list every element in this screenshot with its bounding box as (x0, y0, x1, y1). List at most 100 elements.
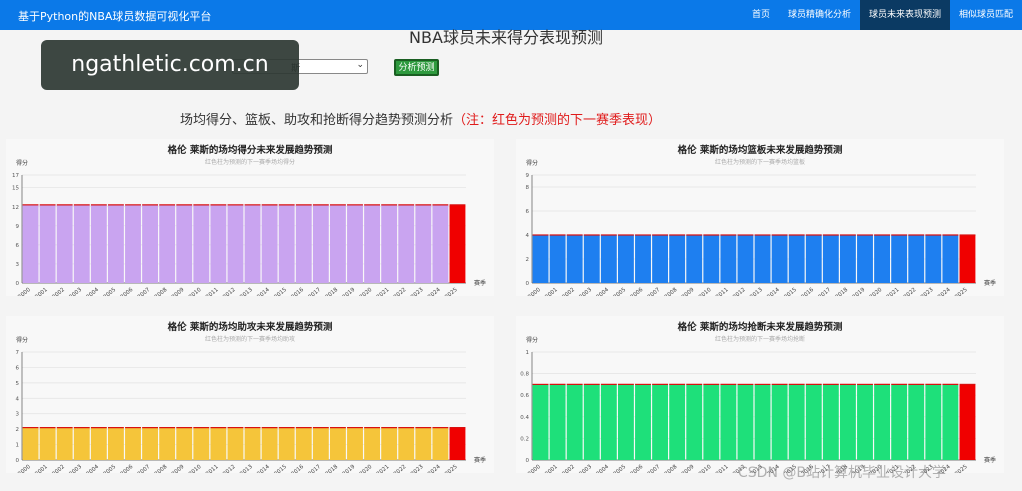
y-tick-label: 2 (16, 427, 20, 433)
predict-button[interactable]: 分析预测 (394, 59, 439, 76)
x-tick-label: 2023 (920, 287, 935, 296)
chart-subtitle: 红色柱为预测的下一赛季场均得分 (205, 158, 295, 166)
x-tick-label: 2018 (325, 287, 340, 296)
x-tick-label: 2022 (903, 287, 918, 296)
x-tick-label: 2001 (544, 464, 559, 473)
x-tick-label: 2018 (325, 464, 340, 473)
x-tick-label: 2009 (171, 287, 186, 296)
bar (942, 235, 959, 283)
bar (754, 235, 771, 283)
x-tick-label: 2025 (954, 287, 969, 296)
app-brand[interactable]: 基于Python的NBA球员数据可视化平台 (18, 8, 211, 24)
x-tick-label: 2008 (664, 464, 679, 473)
chart-title: 格伦 莱斯的场均得分未来发展趋势预测 (168, 144, 333, 156)
x-tick-label: 2011 (715, 464, 730, 473)
points-chart: 格伦 莱斯的场均得分未来发展趋势预测 红色柱为预测的下一赛季场均得分 得分 赛季 0 3 6… (6, 139, 494, 296)
x-tick-label: 2002 (51, 287, 66, 296)
bar (942, 384, 959, 460)
y-tick-label: 5 (16, 381, 20, 387)
chart-svg: 格伦 莱斯的场均篮板未来发展趋势预测红色柱为预测的下一赛季场均篮板 得分赛季 0 2 4… (526, 144, 997, 296)
x-tick-label: 2001 (544, 287, 559, 296)
bar (347, 427, 363, 460)
x-tick-label: 2015 (273, 464, 288, 473)
bar (364, 204, 381, 283)
bar (703, 384, 720, 460)
bar (771, 384, 788, 460)
y-tick-label: 9 (16, 224, 20, 230)
bar (703, 235, 720, 283)
bar (652, 235, 669, 283)
bar (549, 384, 566, 460)
bar (617, 235, 634, 283)
steals-chart: 格伦 莱斯的场均抢断未来发展趋势预测 红色柱为预测的下一赛季场均抢断 得分 赛季 0 0.… (516, 316, 1004, 473)
section-note: （注：红色为预测的下一赛季表现） (453, 113, 662, 128)
bar (347, 204, 363, 283)
bar (125, 204, 141, 283)
chart-svg: 格伦 莱斯的场均得分未来发展趋势预测红色柱为预测的下一赛季场均得分 得分赛季 0 3 6… (12, 144, 486, 296)
x-tick-label: 2014 (766, 287, 781, 296)
x-tick-label: 2003 (578, 287, 593, 296)
y-tick-label: 0.4 (520, 415, 529, 421)
bar (329, 427, 346, 460)
bar (244, 427, 261, 460)
x-tick-label: 2013 (749, 287, 764, 296)
x-tick-label: 2012 (222, 464, 237, 473)
bar (56, 427, 73, 460)
chevron-down-icon: ⌄ (356, 60, 364, 70)
bar (686, 384, 703, 460)
bar (398, 427, 415, 460)
bar (839, 235, 856, 283)
x-tick-label: 2000 (17, 287, 32, 296)
bar (90, 204, 107, 283)
y-tick-label: 7 (16, 350, 20, 356)
bar (583, 235, 600, 283)
bar (669, 235, 686, 283)
x-tick-label: 2025 (444, 287, 459, 296)
y-axis-label: 得分 (526, 159, 538, 167)
bar (142, 427, 159, 460)
x-axis-label: 赛季 (474, 279, 486, 287)
x-tick-label: 2008 (154, 287, 169, 296)
x-tick-label: 2023 (410, 464, 425, 473)
predicted-bar (959, 235, 976, 283)
y-axis-label: 得分 (16, 336, 28, 344)
x-tick-label: 2025 (444, 464, 459, 473)
y-tick-label: 3 (16, 412, 20, 418)
x-tick-label: 2022 (393, 464, 408, 473)
bar (261, 204, 278, 283)
bar (193, 427, 210, 460)
bar (432, 427, 449, 460)
y-tick-label: 8 (526, 185, 530, 191)
bar (857, 235, 873, 283)
x-tick-label: 2001 (34, 287, 49, 296)
bar (159, 204, 176, 283)
x-tick-label: 2021 (376, 287, 391, 296)
y-tick-label: 1 (526, 350, 530, 356)
bar (381, 204, 398, 283)
x-tick-label: 2016 (290, 464, 305, 473)
x-tick-label: 2005 (103, 464, 118, 473)
chart-subtitle: 红色柱为预测的下一赛季场均抢断 (715, 335, 805, 343)
bar (39, 204, 56, 283)
bar (617, 384, 634, 460)
x-tick-label: 2006 (630, 287, 645, 296)
y-tick-label: 9 (526, 173, 530, 179)
bar (312, 427, 329, 460)
y-tick-label: 0.2 (520, 436, 529, 442)
x-tick-label: 2001 (34, 464, 49, 473)
x-tick-label: 2017 (818, 287, 833, 296)
x-tick-label: 2016 (800, 287, 815, 296)
y-tick-label: 6 (16, 243, 20, 249)
x-tick-label: 2025 (954, 464, 969, 473)
x-tick-label: 2018 (835, 287, 850, 296)
bar (432, 204, 449, 283)
bar (822, 384, 839, 460)
y-tick-label: 17 (12, 173, 19, 179)
bar (532, 235, 549, 283)
y-tick-label: 0 (16, 458, 20, 464)
x-tick-label: 2002 (51, 464, 66, 473)
y-tick-label: 12 (12, 205, 19, 211)
bar (720, 384, 737, 460)
x-tick-label: 2021 (886, 287, 901, 296)
y-tick-label: 6 (526, 209, 530, 215)
